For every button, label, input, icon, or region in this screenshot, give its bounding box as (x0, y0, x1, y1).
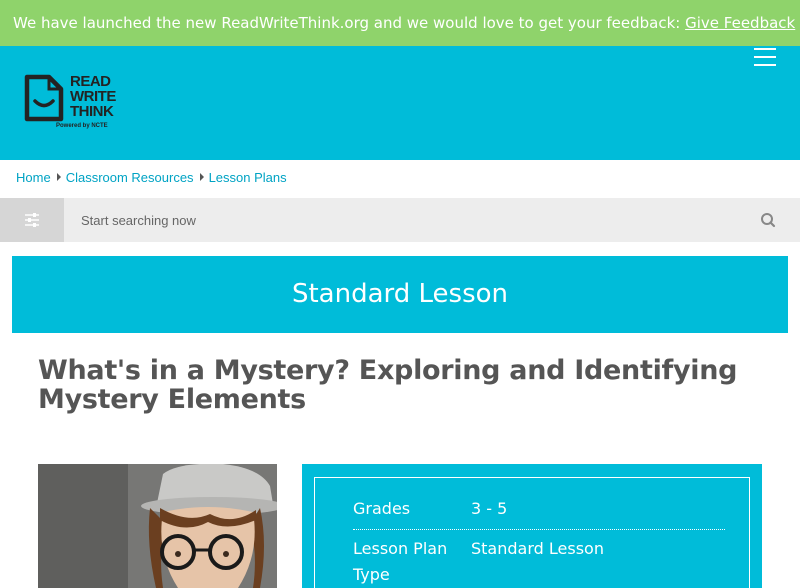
lesson-type-banner: Standard Lesson (12, 256, 788, 333)
search-bar (0, 198, 800, 242)
lesson-info-panel: Grades 3 - 5 Lesson Plan Type Standard L… (314, 477, 750, 588)
logo-line-write: WRITE (70, 88, 116, 105)
grades-value: 3 - 5 (471, 499, 508, 518)
lesson-image (38, 464, 277, 588)
feedback-banner-text: We have launched the new ReadWriteThink.… (13, 14, 686, 32)
breadcrumb: Home Classroom Resources Lesson Plans (16, 170, 287, 185)
logo-line-read: READ (70, 73, 111, 90)
search-icon (761, 213, 776, 228)
lesson-plan-type-value: Standard Lesson (471, 539, 604, 558)
info-divider (353, 529, 725, 530)
give-feedback-link[interactable]: Give Feedback (685, 14, 795, 32)
site-header: READ WRITE THINK Powered by NCTE (0, 46, 800, 160)
logo-mark-icon (24, 74, 64, 122)
search-button[interactable] (756, 208, 780, 232)
filter-icon (25, 213, 39, 227)
page-title: What's in a Mystery? Exploring and Ident… (38, 355, 738, 415)
boy-with-hat-illustration (38, 464, 277, 588)
filter-button[interactable] (0, 198, 64, 242)
logo-line-think: THINK (70, 103, 114, 120)
breadcrumb-separator-icon (199, 173, 204, 181)
breadcrumb-home[interactable]: Home (16, 170, 51, 185)
logo-wordmark: READ WRITE THINK (70, 74, 116, 119)
breadcrumb-lesson-plans[interactable]: Lesson Plans (209, 170, 287, 185)
breadcrumb-separator-icon (56, 173, 61, 181)
menu-button[interactable] (748, 46, 782, 68)
lesson-plan-type-label: Lesson Plan Type (353, 539, 448, 584)
breadcrumb-classroom-resources[interactable]: Classroom Resources (66, 170, 194, 185)
readwritethink-logo[interactable]: READ WRITE THINK Powered by NCTE (24, 74, 124, 136)
logo-tagline: Powered by NCTE (56, 123, 108, 129)
lesson-info-box: Grades 3 - 5 Lesson Plan Type Standard L… (302, 464, 762, 588)
search-input[interactable] (64, 198, 744, 242)
grades-label: Grades (353, 499, 411, 518)
feedback-banner: We have launched the new ReadWriteThink.… (0, 0, 800, 46)
